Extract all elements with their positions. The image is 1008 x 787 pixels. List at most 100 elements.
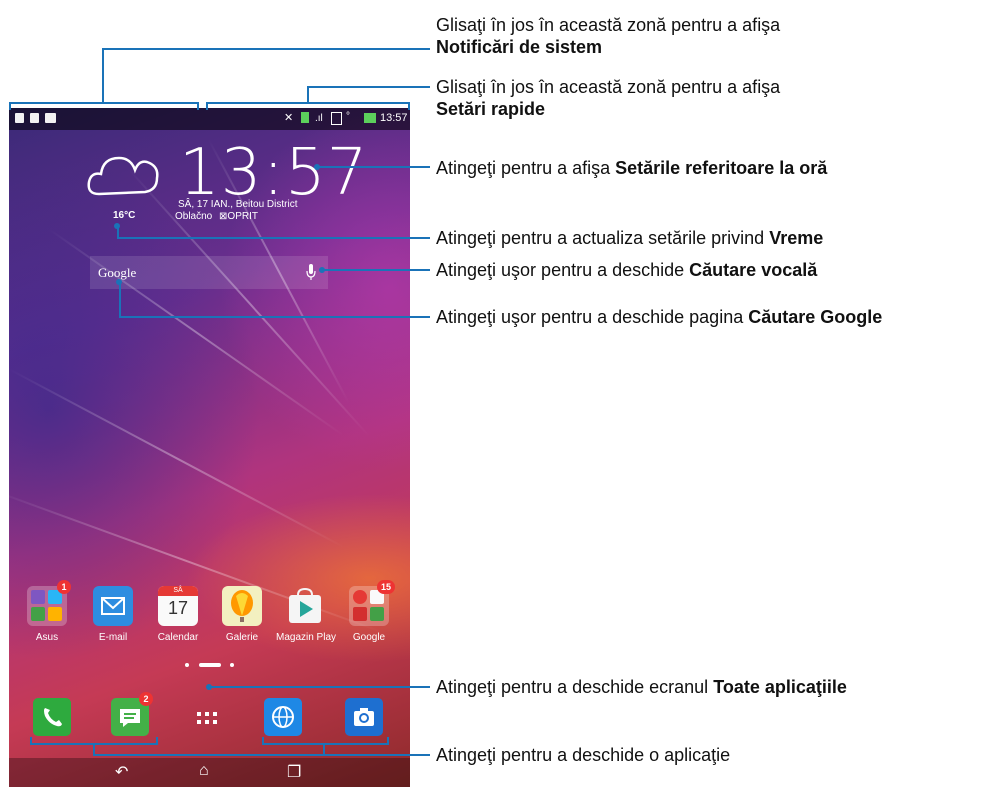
annotation-text: Atingeţi pentru a actualiza setările pri… xyxy=(436,228,770,248)
annotation-text: Atingeţi pentru a deschide o aplicaţie xyxy=(436,745,731,765)
sim-icon xyxy=(301,112,309,123)
google-search-bar[interactable]: Google xyxy=(90,256,328,289)
annotation-voice-search: Atingeţi uşor pentru a deschide Căutare … xyxy=(436,259,817,281)
calendar-day-number: 17 xyxy=(167,598,189,618)
dock-browser[interactable] xyxy=(264,698,302,736)
bracket-dock-right xyxy=(262,743,389,745)
annotation-open-app: Atingeţi pentru a deschide o aplicaţie xyxy=(436,744,730,766)
phone-icon xyxy=(44,708,62,727)
callout-line xyxy=(307,86,309,104)
callout-line xyxy=(119,282,121,317)
wallpaper-streak xyxy=(9,368,345,549)
annotation-bold: Vreme xyxy=(769,228,824,248)
annotation-bold: Toate aplicaţiile xyxy=(713,677,847,697)
calendar-notification-icon xyxy=(15,113,24,123)
calendar-day-header: SÂ xyxy=(158,586,198,596)
home-icon[interactable]: ⌂ xyxy=(199,762,209,780)
annotation-text: Glisaţi în jos în această zonă pentru a … xyxy=(436,77,781,97)
recent-apps-icon[interactable]: ❐ xyxy=(287,762,301,782)
annotation-all-apps: Atingeţi pentru a deschide ecranul Toate… xyxy=(436,676,847,698)
dock-phone[interactable] xyxy=(33,698,71,736)
alarm-status: OPRIT xyxy=(227,211,258,222)
weather-widget[interactable] xyxy=(85,146,161,205)
status-bar[interactable]: ✕ .ıl ° 13:57 xyxy=(9,108,410,130)
bracket-dock-left xyxy=(156,737,158,745)
annotation-bold: Setările referitoare la oră xyxy=(615,158,828,178)
page-indicator-dot xyxy=(230,663,234,667)
annotation-bold: Căutare Google xyxy=(748,307,883,327)
annotation-bold: Căutare vocală xyxy=(689,260,818,280)
dock-camera[interactable] xyxy=(345,698,383,736)
weather-condition-text: Oblačno xyxy=(175,211,213,222)
annotation-bold: Setări rapide xyxy=(436,99,546,119)
page-indicator-dot xyxy=(185,663,189,667)
app-asus-folder[interactable]: 1 xyxy=(27,580,71,626)
wifi-icon: ° xyxy=(346,111,350,122)
annotation-weather: Atingeţi pentru a actualiza setările pri… xyxy=(436,227,823,249)
balloon-icon xyxy=(231,590,253,622)
callout-line xyxy=(307,86,430,88)
app-label-play-store: Magazin Play xyxy=(275,632,337,643)
navigation-bar: ↶ ⌂ ❐ xyxy=(9,758,410,787)
app-label-gallery: Galerie xyxy=(225,632,259,643)
asus-badge: 1 xyxy=(57,580,71,594)
app-label-calendar: Calendar xyxy=(157,632,199,643)
app-label-google: Google xyxy=(352,632,386,643)
data-icon xyxy=(331,112,342,125)
bracket-notifications xyxy=(197,102,199,110)
messages-badge: 2 xyxy=(139,692,153,706)
page-indicator-current xyxy=(199,663,221,667)
app-grid-icon xyxy=(197,712,217,724)
back-icon[interactable]: ↶ xyxy=(115,762,128,782)
bracket-dock-left xyxy=(30,737,32,745)
app-gallery[interactable] xyxy=(222,586,262,626)
bracket-dock-right xyxy=(262,737,264,745)
app-play-store[interactable] xyxy=(285,586,325,626)
play-store-icon xyxy=(289,587,321,623)
google-badge: 15 xyxy=(377,580,395,594)
app-label-email: E-mail xyxy=(98,632,128,643)
signal-icon: .ıl xyxy=(315,113,323,124)
annotation-google-search: Atingeţi uşor pentru a deschide pagina C… xyxy=(436,306,882,328)
file-notification-icon xyxy=(30,113,39,123)
envelope-icon xyxy=(101,597,125,615)
dock-messages[interactable]: 2 xyxy=(111,692,153,736)
camera-icon xyxy=(354,708,374,726)
callout-line xyxy=(322,269,430,271)
mail-notification-icon xyxy=(45,113,56,123)
globe-icon xyxy=(272,706,294,728)
annotation-text: Atingeţi uşor pentru a deschide xyxy=(436,260,690,280)
app-email[interactable] xyxy=(93,586,133,626)
annotation-text: Atingeţi pentru a deschide ecranul xyxy=(436,677,714,697)
bracket-dock-right xyxy=(387,737,389,745)
callout-line xyxy=(102,48,104,104)
bracket-notifications xyxy=(9,102,11,110)
callout-line xyxy=(317,166,430,168)
app-calendar[interactable]: SÂ 17 xyxy=(158,586,198,626)
all-apps-button[interactable] xyxy=(195,706,219,730)
callout-line xyxy=(117,237,430,239)
callout-line xyxy=(119,316,430,318)
mute-icon: ✕ xyxy=(284,112,294,124)
bracket-notifications xyxy=(9,102,199,104)
annotation-text: Atingeţi pentru a afişa xyxy=(436,158,616,178)
callout-line xyxy=(209,686,430,688)
cloud-icon xyxy=(87,156,159,196)
annotation-text: Atingeţi uşor pentru a deschide pagina xyxy=(436,307,749,327)
app-label-asus: Asus xyxy=(35,632,59,643)
microphone-icon[interactable] xyxy=(306,264,316,281)
clock-time[interactable]: 13:57 xyxy=(179,138,368,208)
bracket-quick-settings xyxy=(206,102,208,110)
weather-temperature[interactable]: 16°C xyxy=(113,210,135,221)
clock-date: SÂ, 17 IAN., Beitou District xyxy=(178,199,298,210)
callout-line xyxy=(102,48,430,50)
annotation-notifications: Glisaţi în jos în această zonă pentru a … xyxy=(436,14,780,58)
annotation-text: Glisaţi în jos în această zonă pentru a … xyxy=(436,15,781,35)
bracket-quick-settings xyxy=(408,102,410,110)
app-google-folder[interactable]: 15 xyxy=(349,580,395,626)
status-time: 13:57 xyxy=(380,112,408,124)
annotation-bold: Notificări de sistem xyxy=(436,37,603,57)
annotation-quick-settings: Glisaţi în jos în această zonă pentru a … xyxy=(436,76,780,120)
annotation-time-settings: Atingeţi pentru a afişa Setările referit… xyxy=(436,157,827,179)
weather-condition: Oblačno ⊠OPRIT xyxy=(175,211,258,222)
